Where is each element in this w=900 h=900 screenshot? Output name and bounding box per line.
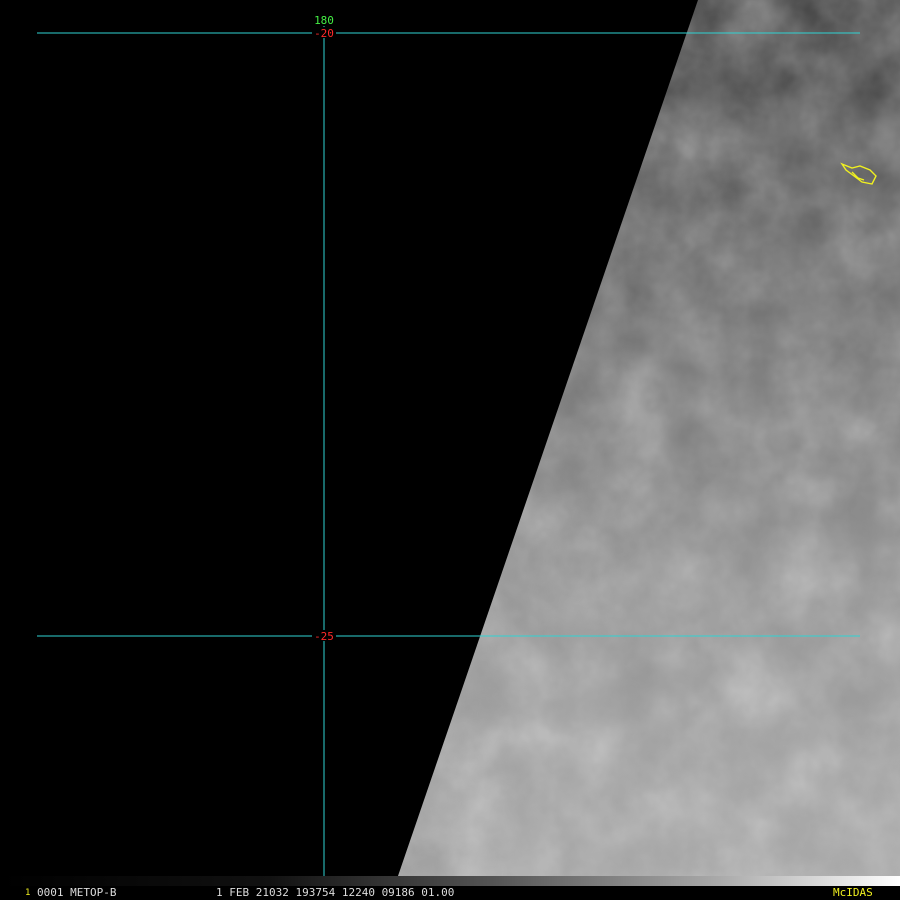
longitude-label: 180 <box>314 14 334 27</box>
frame-marker: 1 <box>25 888 31 898</box>
satellite-info: 0001 METOP-B <box>37 886 117 899</box>
mcidas-brand: McIDAS <box>833 886 873 899</box>
satellite-image-map: 180 -20 -25 <box>0 0 900 900</box>
grayscale-bar <box>0 876 900 886</box>
image-datetime: 1 FEB 21032 193754 12240 09186 01.00 <box>216 886 455 899</box>
latitude-label-minus-25: -25 <box>314 630 334 643</box>
latitude-label-minus-20: -20 <box>314 27 334 40</box>
